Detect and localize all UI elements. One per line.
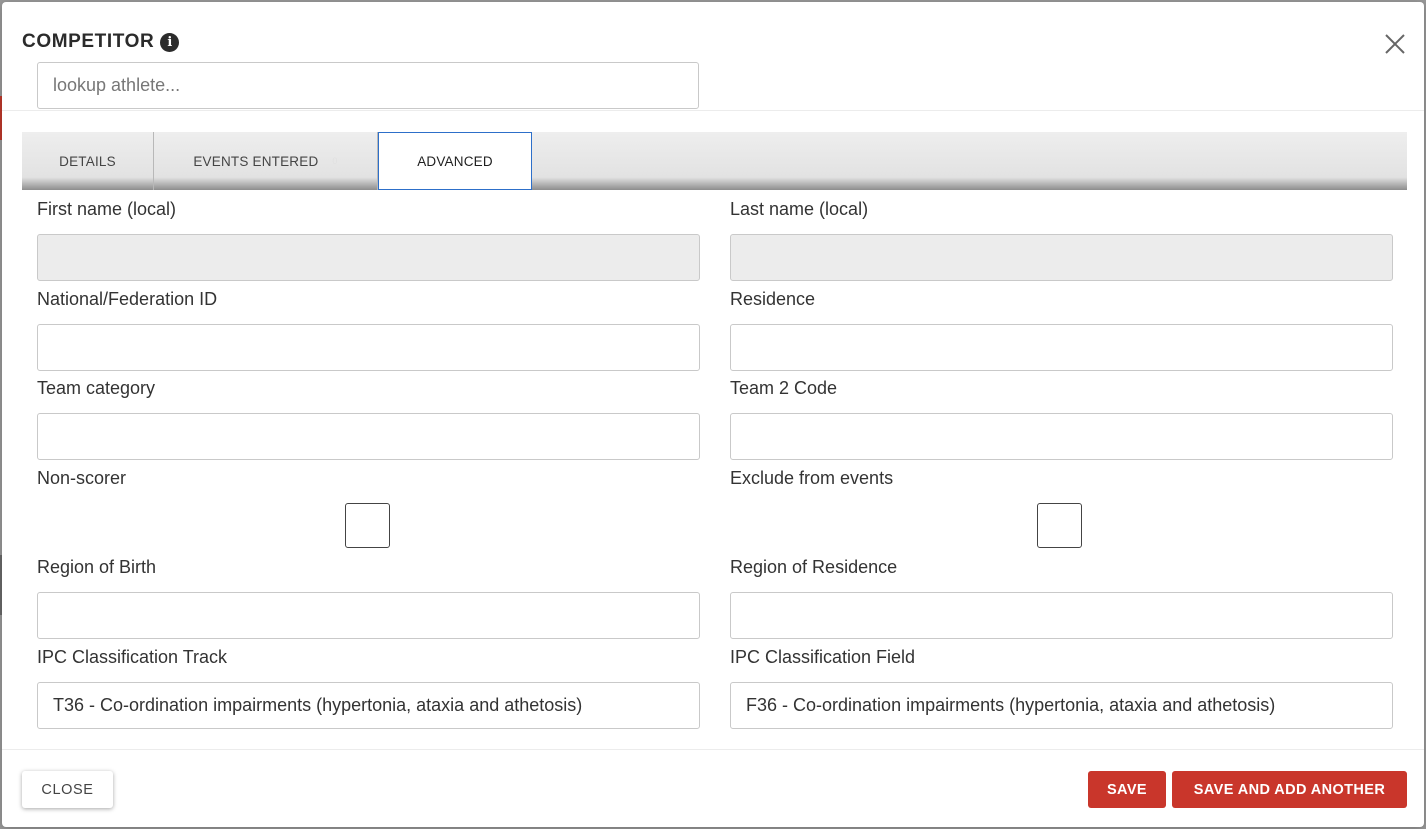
first-name-local-field — [37, 234, 700, 281]
region-of-residence-field[interactable] — [730, 592, 1393, 639]
team-category-field[interactable] — [37, 413, 700, 460]
tab-bar: DETAILS EVENTS ENTERED 0 ADVANCED — [22, 132, 1407, 190]
save-and-add-another-button[interactable]: SAVE AND ADD ANOTHER — [1172, 771, 1407, 808]
ipc-field-label: IPC Classification Field — [730, 647, 916, 667]
residence-field[interactable] — [730, 324, 1393, 371]
competitor-modal: COMPETITOR i DETAILS EVENTS ENTERED 0 AD… — [2, 2, 1424, 827]
tab-events-entered[interactable]: EVENTS ENTERED 0 — [154, 132, 378, 190]
tab-details[interactable]: DETAILS — [22, 132, 154, 190]
lookup-athlete-input[interactable] — [37, 62, 699, 109]
tab-events-entered-label: EVENTS ENTERED — [193, 153, 319, 169]
national-id-label: National/Federation ID — [37, 289, 218, 309]
modal-footer: CLOSE SAVE SAVE AND ADD ANOTHER — [2, 749, 1424, 827]
region-of-residence-label: Region of Residence — [730, 557, 898, 577]
last-name-local-field — [730, 234, 1393, 281]
close-icon[interactable] — [1383, 32, 1407, 56]
close-button[interactable]: CLOSE — [22, 771, 113, 808]
non-scorer-label: Non-scorer — [37, 468, 127, 488]
tab-advanced[interactable]: ADVANCED — [378, 132, 532, 190]
region-of-birth-field[interactable] — [37, 592, 700, 639]
exclude-from-events-label: Exclude from events — [730, 468, 894, 488]
ipc-field-select[interactable]: F36 - Co-ordination impairments (hyperto… — [730, 682, 1393, 729]
close-icon-glyph — [1385, 34, 1405, 54]
team2-code-field[interactable] — [730, 413, 1393, 460]
non-scorer-checkbox[interactable] — [345, 503, 390, 548]
modal-title: COMPETITOR — [22, 31, 155, 52]
ipc-track-select[interactable]: T36 - Co-ordination impairments (hyperto… — [37, 682, 700, 729]
team2-code-label: Team 2 Code — [730, 378, 838, 398]
team-category-label: Team category — [37, 378, 156, 398]
residence-label: Residence — [730, 289, 816, 309]
info-icon[interactable]: i — [160, 32, 180, 52]
modal-header: COMPETITOR i — [2, 2, 1424, 111]
title-wrap: COMPETITOR i — [22, 31, 180, 53]
region-of-birth-label: Region of Birth — [37, 557, 157, 577]
events-count-badge: 0 — [332, 156, 338, 166]
tab-details-label: DETAILS — [59, 153, 116, 169]
last-name-local-label: Last name (local) — [730, 199, 869, 219]
exclude-from-events-checkbox[interactable] — [1037, 503, 1082, 548]
first-name-local-label: First name (local) — [37, 199, 177, 219]
save-button[interactable]: SAVE — [1088, 771, 1166, 808]
ipc-track-label: IPC Classification Track — [37, 647, 228, 667]
tab-advanced-label: ADVANCED — [417, 153, 493, 169]
national-id-field[interactable] — [37, 324, 700, 371]
